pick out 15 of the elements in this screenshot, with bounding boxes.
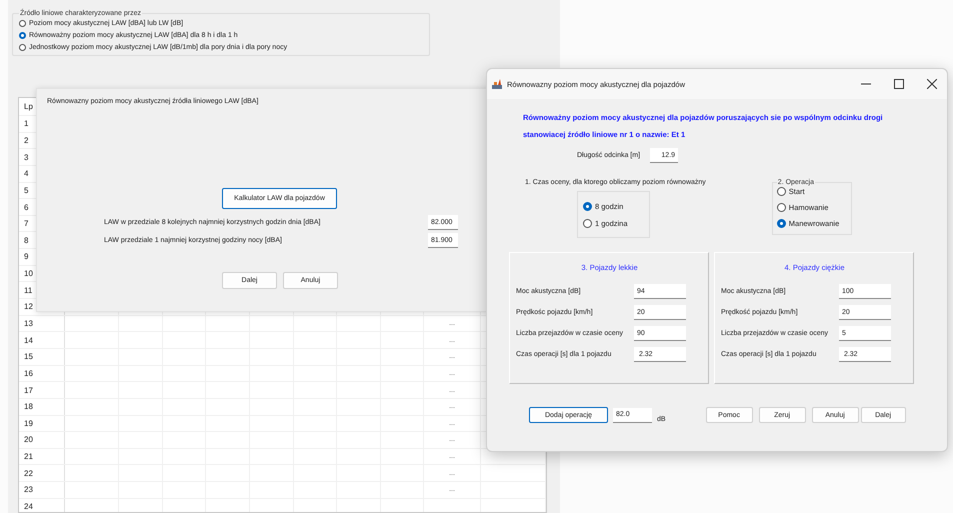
row-number: 18 (19, 398, 65, 415)
row-number: 21 (19, 448, 65, 464)
app-icon (491, 78, 503, 90)
row-number: 15 (19, 348, 65, 365)
row-number: 16 (19, 366, 65, 382)
row-number: 13 (19, 316, 65, 332)
row-number: 14 (19, 332, 65, 348)
row-number: 19 (19, 416, 65, 432)
row-number: 20 (19, 432, 65, 448)
maximize-icon[interactable] (894, 79, 904, 89)
close-icon[interactable] (927, 79, 937, 89)
row-number: 17 (19, 382, 65, 398)
row-number: 22 (19, 465, 65, 482)
row-number: 23 (19, 482, 65, 498)
row-number: 24 (19, 498, 65, 512)
